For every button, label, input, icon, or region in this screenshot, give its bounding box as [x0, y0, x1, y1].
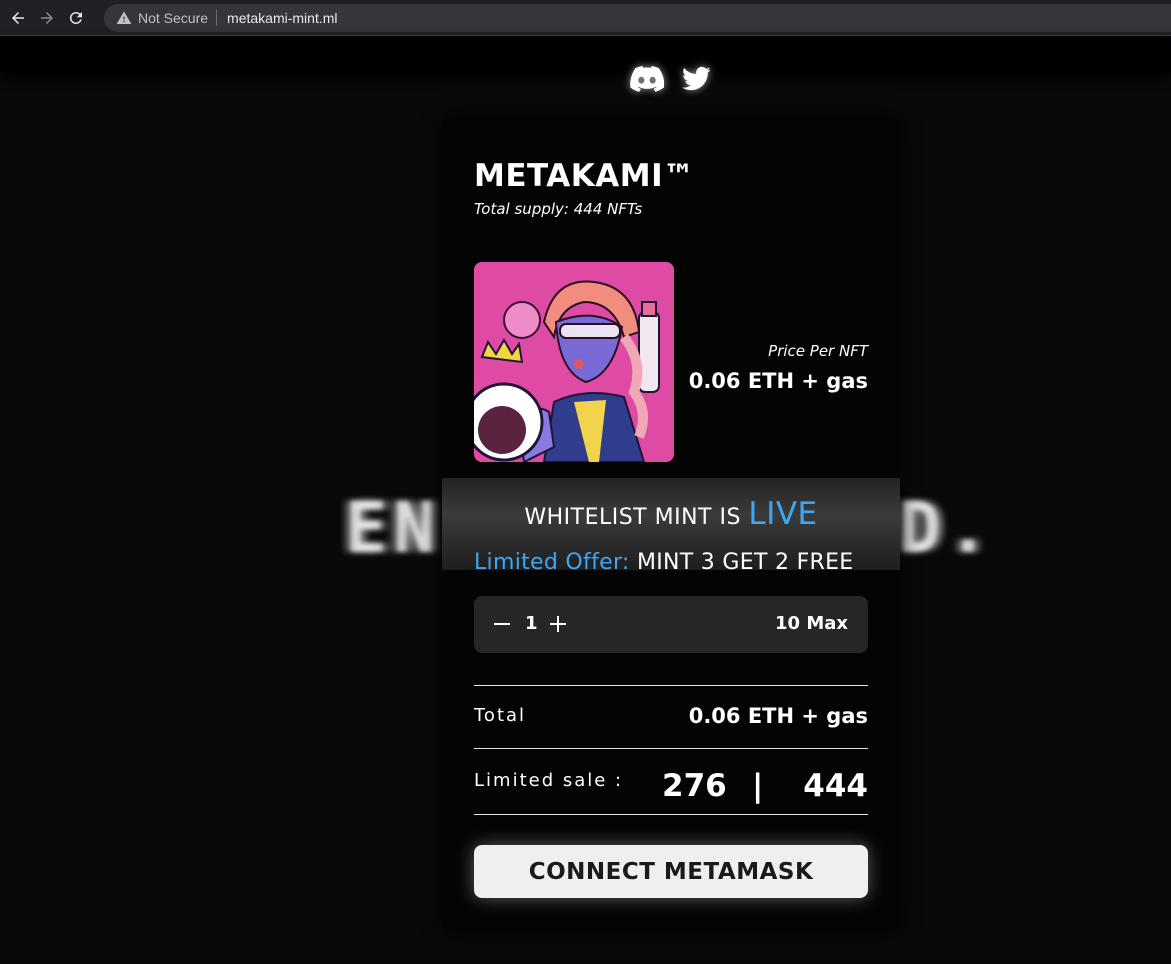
twitter-icon[interactable] [680, 64, 714, 94]
divider-top [474, 685, 868, 686]
browser-toolbar: Not Secure metakami-mint.ml [0, 0, 1171, 36]
glitch-text-left: EN [345, 487, 442, 569]
limited-offer-label: Limited Offer: [474, 550, 630, 575]
total-value: 0.06 ETH + gas [688, 704, 868, 728]
whitelist-status: WHITELIST MINT IS LIVE [442, 496, 900, 532]
sale-separator: | [752, 768, 764, 804]
forward-icon[interactable] [36, 7, 58, 29]
quantity-stepper: 1 10 Max [474, 596, 868, 653]
address-bar[interactable]: Not Secure metakami-mint.ml [104, 4, 1171, 32]
discord-icon[interactable] [630, 64, 664, 94]
limited-offer: Limited Offer: MINT 3 GET 2 FREE [474, 550, 854, 575]
quantity-max: 10 Max [775, 613, 848, 634]
minted-count: 276 [662, 768, 727, 804]
divider-middle [474, 748, 868, 749]
nft-preview-image [474, 262, 674, 462]
price-per-nft-label: Price Per NFT [768, 342, 868, 360]
connect-metamask-button[interactable]: CONNECT METAMASK [474, 845, 868, 898]
page-top-strip [0, 37, 1171, 71]
divider-bottom [474, 814, 868, 815]
warning-icon [116, 11, 132, 24]
plus-icon[interactable] [544, 610, 572, 638]
url-text[interactable]: metakami-mint.ml [227, 10, 337, 26]
limited-offer-text: MINT 3 GET 2 FREE [629, 550, 854, 575]
quantity-value[interactable]: 1 [525, 613, 538, 634]
mint-card: METAKAMI™ Total supply: 444 NFTs Price P… [442, 118, 900, 930]
total-supply: Total supply: 444 NFTs [474, 200, 643, 218]
url-separator [216, 10, 218, 26]
supply-count: 444 [803, 768, 868, 804]
price-per-nft-value: 0.06 ETH + gas [688, 369, 868, 393]
total-label: Total [474, 705, 527, 726]
not-secure-label[interactable]: Not Secure [138, 10, 208, 26]
glitch-text-right: D. [898, 487, 995, 569]
social-links [630, 64, 714, 94]
minus-icon[interactable] [488, 610, 516, 638]
back-icon[interactable] [7, 7, 29, 29]
collection-title: METAKAMI™ [474, 158, 695, 194]
reload-icon[interactable] [65, 7, 87, 29]
whitelist-live-badge: LIVE [748, 496, 818, 532]
whitelist-prefix: WHITELIST MINT IS [524, 505, 749, 530]
limited-sale-label: Limited sale : [474, 770, 624, 791]
